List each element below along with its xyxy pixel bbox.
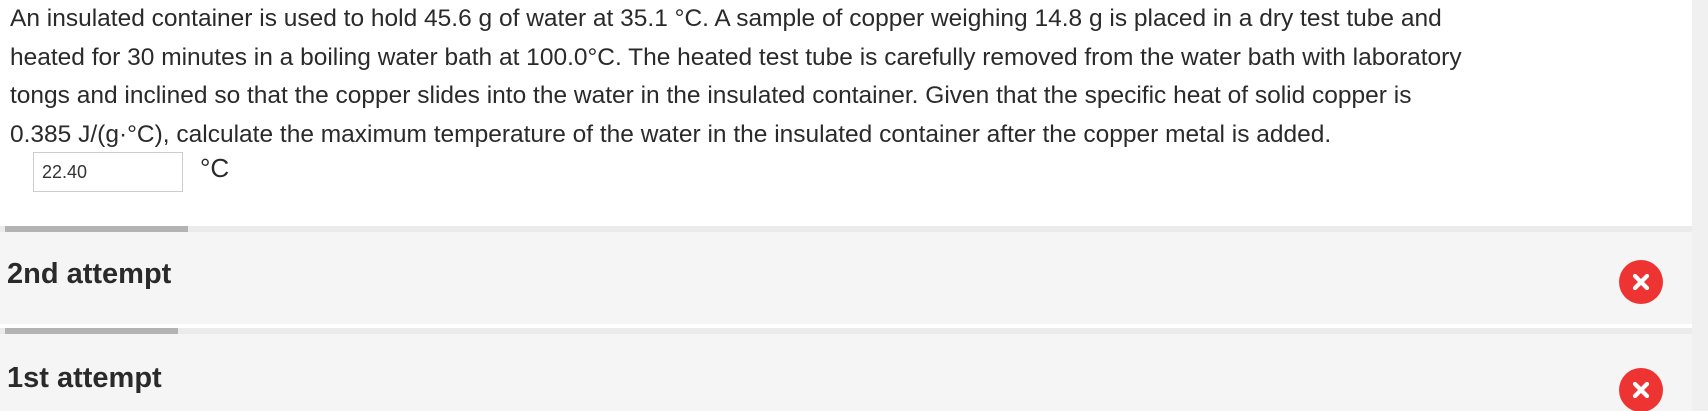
attempt-panel-1st[interactable]: 1st attempt <box>0 328 1692 411</box>
page: An insulated container is used to hold 4… <box>0 0 1708 411</box>
answer-unit: °C <box>200 152 230 183</box>
question-line: tongs and inclined so that the copper sl… <box>10 82 1412 109</box>
scroll-gutter <box>1692 0 1708 411</box>
question-line: heated for 30 minutes in a boiling water… <box>10 43 1462 71</box>
answer-row: °C <box>33 151 229 193</box>
attempt-label: 2nd attempt <box>7 258 172 290</box>
question-line: 0.385 J/(g·°C), calculate the maximum te… <box>10 120 1332 148</box>
attempt-progress-bar <box>5 226 188 232</box>
attempt-label: 1st attempt <box>7 362 162 394</box>
attempt-panel-2nd[interactable]: 2nd attempt <box>0 226 1692 324</box>
incorrect-icon <box>1619 368 1663 411</box>
answer-input[interactable] <box>33 152 183 192</box>
question-text: An insulated container is used to hold 4… <box>10 0 1660 154</box>
attempt-progress-bar <box>5 328 178 334</box>
incorrect-icon <box>1619 260 1663 304</box>
question-line: An insulated container is used to hold 4… <box>10 5 1442 32</box>
